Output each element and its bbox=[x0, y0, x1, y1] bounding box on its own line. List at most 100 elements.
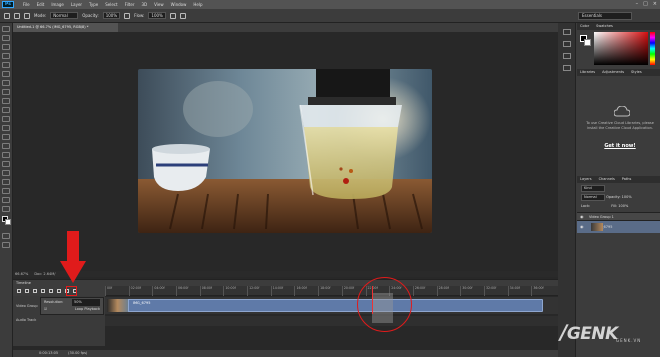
menu-layer[interactable]: Layer bbox=[71, 0, 82, 9]
doc-size[interactable]: Doc: 2.64M/ bbox=[34, 271, 55, 277]
properties-panel-icon[interactable] bbox=[562, 41, 571, 47]
zoom-level[interactable]: 66.67% bbox=[15, 271, 28, 277]
get-it-now-link[interactable]: Get it now! bbox=[585, 143, 655, 149]
menu-view[interactable]: View bbox=[154, 0, 164, 9]
document-tab[interactable]: Untitled-1 @ 66.7% (IMG_6795, RGB/8) * bbox=[13, 23, 118, 32]
close-button[interactable]: × bbox=[653, 0, 657, 9]
healing-tool-icon[interactable] bbox=[2, 80, 10, 86]
pressure-size-icon[interactable] bbox=[179, 12, 186, 19]
photoshop-logo: Ps bbox=[2, 1, 14, 8]
maximize-button[interactable]: □ bbox=[643, 0, 648, 9]
tab-paths[interactable]: Paths bbox=[622, 176, 632, 183]
tab-adjustments[interactable]: Adjustments bbox=[602, 69, 624, 76]
airbrush-icon[interactable] bbox=[169, 12, 176, 19]
brush-tool-icon[interactable] bbox=[2, 89, 10, 95]
history-brush-tool-icon[interactable] bbox=[2, 107, 10, 113]
menu-window[interactable]: Window bbox=[171, 0, 187, 9]
quick-select-tool-icon[interactable] bbox=[2, 53, 10, 59]
panel-background-swatch[interactable] bbox=[584, 39, 591, 46]
settings-gear-icon[interactable] bbox=[57, 289, 61, 293]
layer-clip[interactable]: IMG_6795 bbox=[577, 221, 660, 233]
current-time: 0:00:13:05 bbox=[39, 351, 59, 355]
tab-channels[interactable]: Channels bbox=[599, 176, 615, 183]
next-frame-icon[interactable] bbox=[41, 289, 45, 293]
lock-label: Lock: bbox=[581, 204, 591, 208]
layer-kind-filter[interactable]: Kind bbox=[581, 185, 605, 192]
color-field[interactable] bbox=[594, 32, 648, 65]
resolution-select[interactable]: 50% bbox=[72, 299, 100, 306]
quick-mask-icon[interactable] bbox=[2, 233, 10, 239]
prev-frame-icon[interactable] bbox=[25, 289, 29, 293]
loop-playback-label: Loop Playback bbox=[74, 307, 100, 311]
blur-tool-icon[interactable] bbox=[2, 134, 10, 140]
timeline-panel-header: Timeline bbox=[13, 279, 558, 286]
tab-layers[interactable]: Layers bbox=[580, 176, 592, 183]
hand-tool-icon[interactable] bbox=[2, 188, 10, 194]
screen-mode-icon[interactable] bbox=[2, 242, 10, 248]
type-tool-icon[interactable] bbox=[2, 161, 10, 167]
brush-preset-icon[interactable] bbox=[14, 12, 20, 19]
ruler-tick: 28:00f bbox=[436, 286, 449, 296]
mode-select[interactable]: Normal bbox=[50, 12, 79, 19]
audio-icon[interactable] bbox=[49, 289, 53, 293]
extras-tool-icon[interactable] bbox=[2, 206, 10, 212]
eyedropper-tool-icon[interactable] bbox=[2, 71, 10, 77]
red-circle-annotation bbox=[357, 277, 412, 332]
pressure-opacity-icon[interactable] bbox=[124, 12, 131, 19]
blend-mode-select[interactable]: Normal bbox=[581, 194, 605, 201]
tab-styles[interactable]: Styles bbox=[631, 69, 642, 76]
lasso-tool-icon[interactable] bbox=[2, 44, 10, 50]
gradient-tool-icon[interactable] bbox=[2, 125, 10, 131]
tab-swatches[interactable]: Swatches bbox=[596, 23, 613, 30]
history-panel-icon[interactable] bbox=[562, 29, 571, 35]
stamp-tool-icon[interactable] bbox=[2, 98, 10, 104]
zoom-tool-icon[interactable] bbox=[2, 197, 10, 203]
first-frame-icon[interactable] bbox=[17, 289, 21, 293]
hue-slider[interactable] bbox=[650, 32, 655, 65]
character-panel-icon[interactable] bbox=[562, 65, 571, 71]
marquee-tool-icon[interactable] bbox=[2, 35, 10, 41]
menu-image[interactable]: Image bbox=[51, 0, 64, 9]
audio-track-label[interactable]: Audio Track bbox=[16, 318, 36, 322]
video-clip[interactable] bbox=[107, 299, 543, 312]
path-select-tool-icon[interactable] bbox=[2, 170, 10, 176]
ruler-tick: 30:00f bbox=[460, 286, 473, 296]
tab-color[interactable]: Color bbox=[580, 23, 589, 30]
menu-file[interactable]: File bbox=[23, 0, 30, 9]
layers-filter-row: Kind bbox=[577, 184, 660, 193]
visibility-eye-icon[interactable]: ◉ bbox=[580, 214, 584, 219]
ruler-tick: 26:00f bbox=[412, 286, 425, 296]
background-color-swatch[interactable] bbox=[5, 219, 11, 225]
ruler-tick: 16:00f bbox=[294, 286, 307, 296]
video-group-label[interactable]: Video Group bbox=[16, 304, 38, 308]
menu-edit[interactable]: Edit bbox=[37, 0, 45, 9]
layer-opacity-value[interactable]: 100% bbox=[622, 195, 632, 199]
brush-tool-icon[interactable] bbox=[4, 12, 10, 19]
menu-filter[interactable]: Filter bbox=[125, 0, 135, 9]
layer-video-group[interactable]: Video Group 1 bbox=[577, 212, 660, 221]
shape-tool-icon[interactable] bbox=[2, 179, 10, 185]
menu-type[interactable]: Type bbox=[89, 0, 98, 9]
eraser-tool-icon[interactable] bbox=[2, 116, 10, 122]
move-tool-icon[interactable] bbox=[2, 26, 10, 32]
play-icon[interactable] bbox=[33, 289, 37, 293]
crop-tool-icon[interactable] bbox=[2, 62, 10, 68]
brush-panel-icon[interactable] bbox=[562, 53, 571, 59]
loop-checkbox[interactable]: ☑ bbox=[44, 306, 47, 313]
timeline-ruler[interactable]: 00f 02:00f 04:00f 06:00f 08:00f 10:00f 12:00f 1… bbox=[105, 286, 558, 296]
brush-panel-icon[interactable] bbox=[24, 12, 30, 19]
menu-help[interactable]: Help bbox=[193, 0, 202, 9]
dodge-tool-icon[interactable] bbox=[2, 143, 10, 149]
color-swatches[interactable] bbox=[0, 216, 13, 230]
menu-3d[interactable]: 3D bbox=[141, 0, 147, 9]
timeline-title[interactable]: Timeline bbox=[16, 281, 31, 285]
opacity-input[interactable]: 100% bbox=[102, 12, 121, 19]
flow-input[interactable]: 100% bbox=[148, 12, 166, 19]
fill-value[interactable]: 100% bbox=[618, 204, 628, 208]
visibility-eye-icon[interactable]: ◉ bbox=[580, 224, 584, 229]
workspace-select[interactable]: Essentials bbox=[578, 12, 632, 20]
minimize-button[interactable]: – bbox=[636, 0, 639, 9]
pen-tool-icon[interactable] bbox=[2, 152, 10, 158]
menu-select[interactable]: Select bbox=[105, 0, 117, 9]
tab-libraries[interactable]: Libraries bbox=[580, 69, 595, 76]
